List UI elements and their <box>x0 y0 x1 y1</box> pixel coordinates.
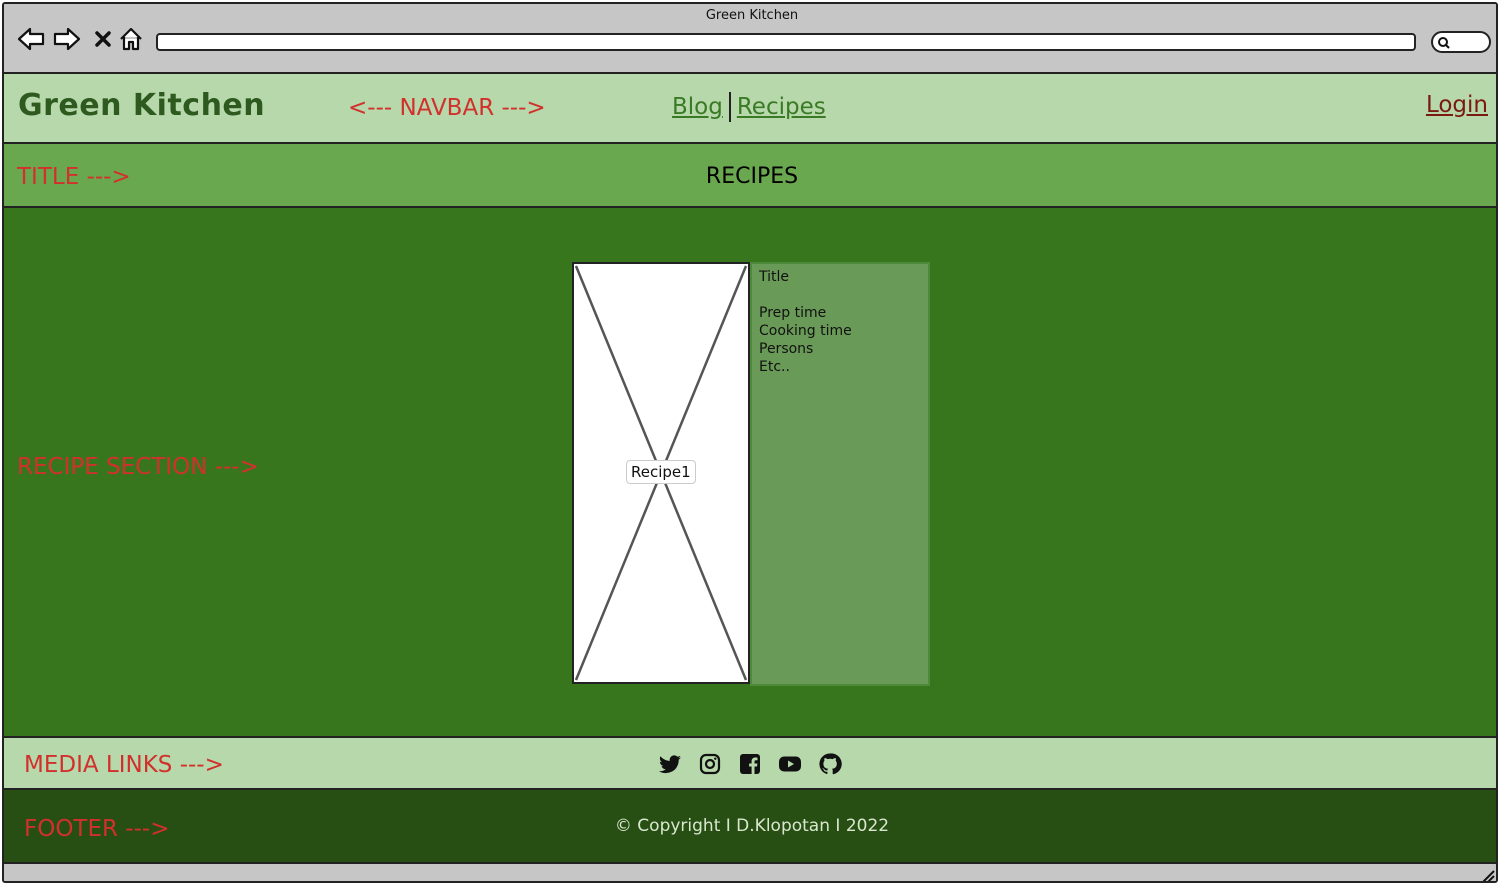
github-icon[interactable] <box>818 752 842 776</box>
recipe-image-placeholder[interactable]: Recipe1 <box>572 262 750 684</box>
recipe-info-spacer <box>759 286 921 304</box>
close-icon[interactable] <box>88 24 118 54</box>
brand-logo[interactable]: Green Kitchen <box>18 88 265 123</box>
title-section: TITLE ---> RECIPES <box>4 144 1496 208</box>
recipe-section-annotation: RECIPE SECTION ---> <box>17 454 259 480</box>
twitter-icon[interactable] <box>658 752 682 776</box>
copyright-text: © Copyright I D.Klopotan I 2022 <box>614 816 890 836</box>
facebook-icon[interactable] <box>738 752 762 776</box>
nav-links: Blog Recipes <box>672 92 826 122</box>
footer: FOOTER ---> © Copyright I D.Klopotan I 2… <box>4 790 1496 864</box>
nav-link-blog[interactable]: Blog <box>672 94 723 120</box>
instagram-icon[interactable] <box>698 752 722 776</box>
nav-divider <box>728 92 731 122</box>
recipe-info-etc: Etc.. <box>759 359 790 375</box>
media-links-annotation: MEDIA LINKS ---> <box>24 752 224 778</box>
recipe-info-title: Title <box>759 269 790 285</box>
recipe-info-cooking-time: Cooking time <box>759 323 852 339</box>
resize-handle-icon[interactable] <box>1480 869 1496 883</box>
recipe-info-persons: Persons <box>759 341 814 357</box>
recipe-info-panel[interactable]: Title Prep time Cooking time Persons Etc… <box>750 262 930 686</box>
browser-window: Green Kitchen Green Kitchen <--- NAVBAR … <box>2 2 1498 883</box>
back-arrow-icon[interactable] <box>16 24 46 54</box>
home-icon[interactable] <box>116 24 146 54</box>
address-bar[interactable] <box>156 33 1416 51</box>
navbar: Green Kitchen <--- NAVBAR ---> Blog Reci… <box>4 74 1496 144</box>
page-title: RECIPES <box>705 164 799 189</box>
login-link[interactable]: Login <box>1426 92 1488 118</box>
recipe-section: RECIPE SECTION ---> Recipe1 Title Prep t… <box>4 208 1496 738</box>
status-bar <box>4 864 1496 883</box>
youtube-icon[interactable] <box>778 752 802 776</box>
search-icon <box>1438 37 1450 49</box>
social-icons <box>658 752 842 776</box>
nav-link-recipes[interactable]: Recipes <box>737 94 826 120</box>
window-title: Green Kitchen <box>705 8 799 23</box>
recipe-image-label: Recipe1 <box>626 460 696 484</box>
recipe-info-prep-time: Prep time <box>759 305 827 321</box>
browser-toolbar: Green Kitchen <box>4 4 1496 74</box>
media-links-section: MEDIA LINKS ---> <box>4 738 1496 790</box>
navbar-annotation: <--- NAVBAR ---> <box>348 95 546 121</box>
browser-search-box[interactable] <box>1431 31 1491 53</box>
forward-arrow-icon[interactable] <box>52 24 82 54</box>
